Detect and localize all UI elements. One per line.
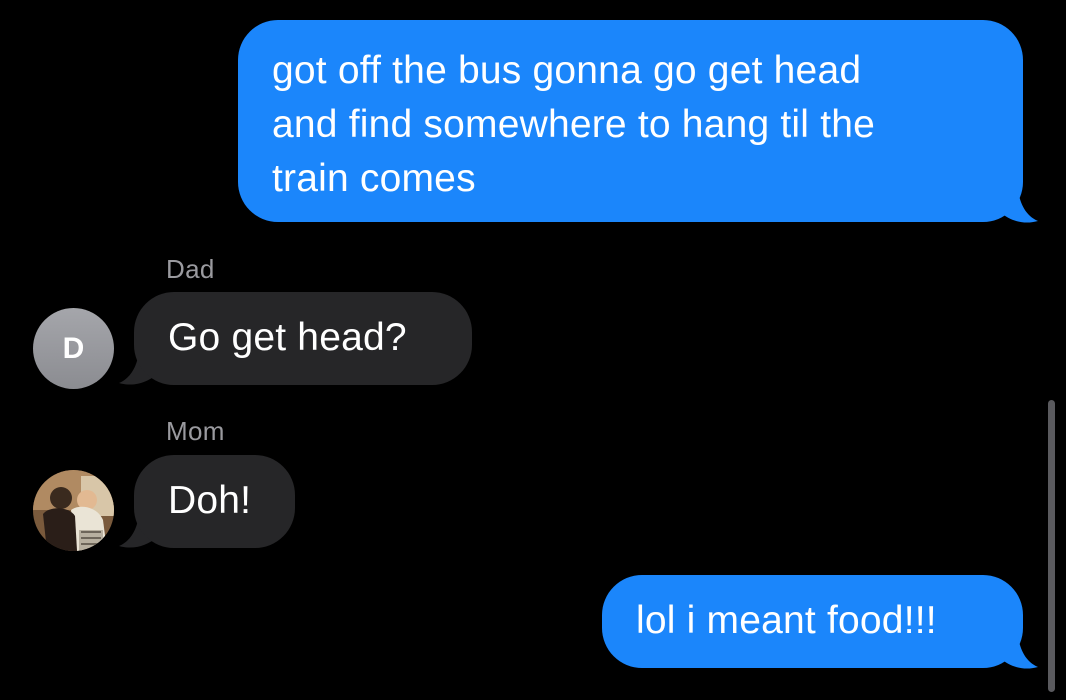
- message-line: and find somewhere to hang til the: [272, 103, 876, 146]
- message-text: lol i meant food!!!: [636, 599, 937, 642]
- bubble-tail-icon: [1000, 190, 1038, 223]
- message-text: Go get head?: [168, 316, 407, 359]
- avatar-initial: D: [62, 331, 85, 365]
- sender-name-dad: Dad: [166, 254, 215, 284]
- bubble-tail-icon: [1000, 636, 1038, 669]
- sender-name-mom: Mom: [166, 416, 225, 446]
- message-text: Doh!: [168, 479, 252, 522]
- message-bubble-outgoing[interactable]: got off the bus gonna go get head and fi…: [238, 20, 1023, 222]
- scrollbar[interactable]: [1048, 400, 1055, 692]
- photo-avatar-icon: [33, 470, 114, 551]
- message-bubble-incoming[interactable]: Go get head?: [134, 292, 472, 385]
- message-line: got off the bus gonna go get head: [272, 49, 862, 92]
- message-bubble-outgoing[interactable]: lol i meant food!!!: [602, 575, 1023, 668]
- message-thread: got off the bus gonna go get head and fi…: [0, 0, 1066, 700]
- message-line: train comes: [272, 157, 476, 200]
- avatar-dad[interactable]: D: [33, 308, 114, 389]
- avatar-mom[interactable]: [33, 470, 114, 551]
- message-bubble-incoming[interactable]: Doh!: [134, 455, 295, 548]
